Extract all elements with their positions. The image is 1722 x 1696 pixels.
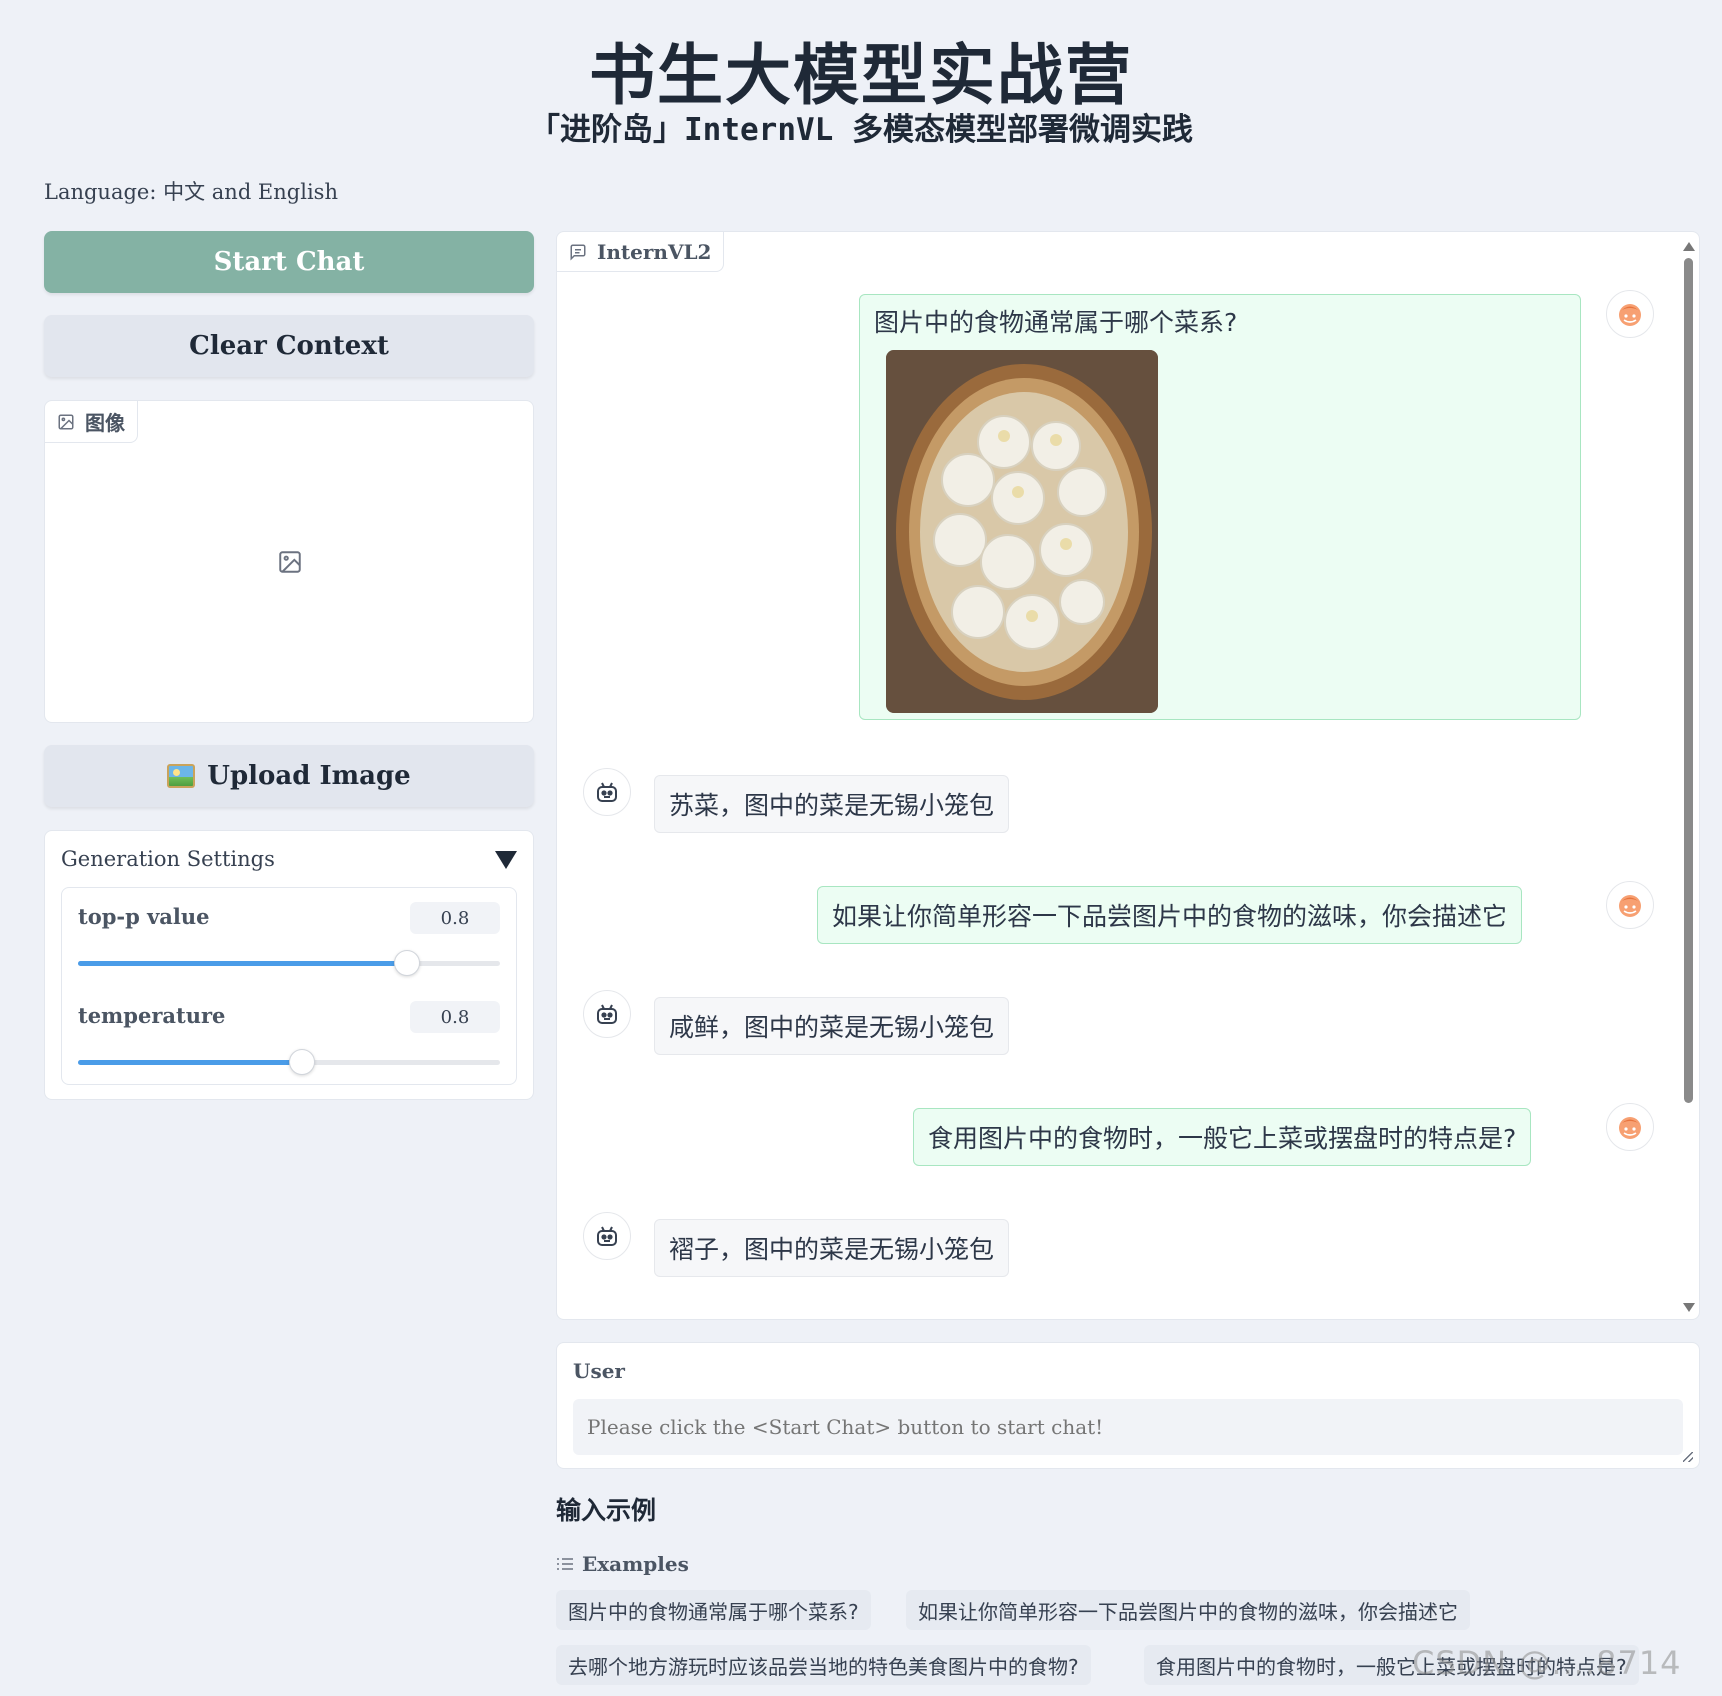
chatbot-tag-label: InternVL2 <box>597 239 712 264</box>
user-avatar-icon <box>1619 895 1641 917</box>
image-panel-label: 图像 <box>85 411 125 435</box>
robot-icon <box>597 1226 617 1246</box>
bot-avatar <box>583 1212 631 1260</box>
temperature-slider-thumb[interactable] <box>288 1049 315 1075</box>
user-input-field[interactable] <box>573 1399 1683 1455</box>
user-message: 如果让你简单形容一下品尝图片中的食物的滋味，你会描述它 <box>817 886 1523 944</box>
user-avatar <box>1606 290 1654 338</box>
bot-avatar <box>583 990 631 1038</box>
user-message-text: 图片中的食物通常属于哪个菜系? <box>874 308 1238 337</box>
user-avatar <box>1606 1103 1654 1151</box>
examples-heading: 输入示例 <box>556 1496 657 1525</box>
image-placeholder-icon <box>279 551 301 573</box>
chat-scrollbar[interactable] <box>1683 242 1695 1312</box>
scroll-thumb[interactable] <box>1684 258 1693 1103</box>
user-message-text: 食用图片中的食物时，一般它上菜或摆盘时的特点是? <box>928 1124 1517 1153</box>
bot-message: 褶子，图中的菜是无锡小笼包 <box>654 1219 1010 1277</box>
bot-avatar <box>583 768 631 816</box>
start-chat-button[interactable]: Start Chat <box>44 231 534 293</box>
bot-message: 咸鲜，图中的菜是无锡小笼包 <box>654 997 1010 1055</box>
chat-icon <box>570 244 586 261</box>
user-message: 图片中的食物通常属于哪个菜系? <box>859 294 1581 720</box>
robot-icon <box>597 782 617 802</box>
scroll-up-arrow-icon[interactable] <box>1683 242 1695 251</box>
top-p-label: top-p value <box>78 904 210 929</box>
settings-sliders: top-p value 0.8 temperature 0.8 <box>61 887 517 1085</box>
collapse-arrow-icon[interactable] <box>495 851 517 869</box>
robot-icon <box>597 1004 617 1024</box>
top-p-value-input[interactable]: 0.8 <box>410 902 500 934</box>
page-subtitle: 「进阶岛」InternVL 多模态模型部署微调实践 <box>529 112 1193 148</box>
upload-image-button[interactable]: Upload Image <box>44 745 534 807</box>
temperature-label: temperature <box>78 1003 226 1028</box>
picture-icon <box>167 764 196 788</box>
top-p-slider-fill <box>78 961 408 966</box>
user-input-label: User <box>573 1359 625 1383</box>
temperature-value-input[interactable]: 0.8 <box>410 1001 500 1033</box>
scroll-down-arrow-icon[interactable] <box>1683 1303 1695 1312</box>
upload-image-label: Upload Image <box>207 761 411 791</box>
list-icon <box>557 1558 573 1570</box>
user-message: 食用图片中的食物时，一般它上菜或摆盘时的特点是? <box>913 1108 1532 1166</box>
clear-context-button[interactable]: Clear Context <box>44 315 534 377</box>
chatbot-tag: InternVL2 <box>557 232 725 272</box>
top-p-slider[interactable] <box>78 950 500 976</box>
food-photo[interactable] <box>886 350 1158 713</box>
user-message-text: 如果让你简单形容一下品尝图片中的食物的滋味，你会描述它 <box>832 902 1508 931</box>
example-item[interactable]: 图片中的食物通常属于哪个菜系? <box>556 1590 871 1630</box>
image-icon <box>58 414 74 429</box>
user-avatar <box>1606 881 1654 929</box>
user-input-panel: User <box>556 1342 1700 1469</box>
example-item[interactable]: 如果让你简单形容一下品尝图片中的食物的滋味，你会描述它 <box>906 1590 1470 1630</box>
examples-label-text: Examples <box>582 1552 689 1576</box>
examples-label: Examples <box>556 1552 689 1576</box>
generation-settings-title: Generation Settings <box>61 847 275 871</box>
user-avatar-icon <box>1619 1117 1641 1139</box>
example-item[interactable]: 去哪个地方游玩时应该品尝当地的特色美食图片中的食物? <box>556 1645 1091 1685</box>
language-note: Language: 中文 and English <box>44 180 338 204</box>
resize-handle-icon[interactable] <box>1683 1452 1693 1462</box>
image-panel-tag: 图像 <box>45 401 138 443</box>
chatbot-panel: InternVL2 图片中的食物通常属于哪个菜系? 苏菜，图中的菜是无锡小笼包 … <box>556 231 1700 1320</box>
generation-settings-panel: Generation Settings top-p value 0.8 temp… <box>44 830 534 1100</box>
user-avatar-icon <box>1619 304 1641 326</box>
temperature-slider-fill <box>78 1060 302 1065</box>
bot-message: 苏菜，图中的菜是无锡小笼包 <box>654 775 1010 833</box>
watermark: CSDN @....8714 <box>1412 1644 1682 1682</box>
temperature-slider[interactable] <box>78 1049 500 1075</box>
top-p-slider-thumb[interactable] <box>394 950 421 976</box>
image-upload-panel[interactable]: 图像 <box>44 400 534 723</box>
